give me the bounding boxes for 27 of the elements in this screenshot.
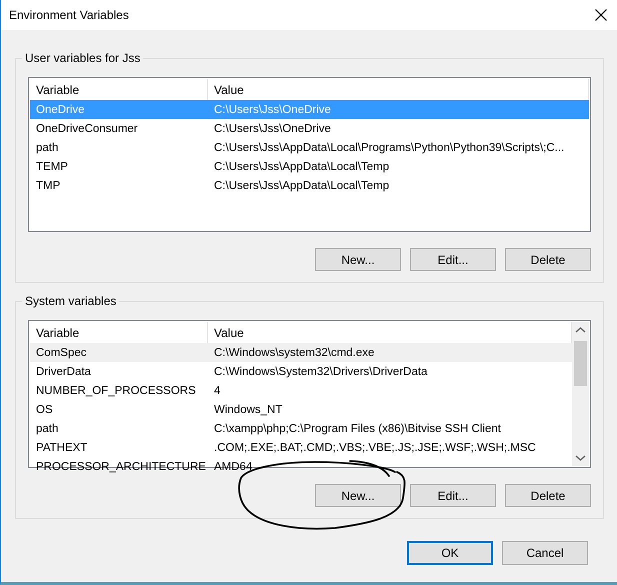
variable-row[interactable]: DriverData C:\Windows\System32\Drivers\DriverData [30,362,572,381]
scrollbar[interactable] [572,322,589,466]
variable-row[interactable]: NUMBER_OF_PROCESSORS 4 [30,381,572,400]
variable-row[interactable]: path C:\Users\Jss\AppData\Local\Programs\Python\Python39\Scripts\;C... [30,138,589,157]
variable-row[interactable]: PATHEXT .COM;.EXE;.BAT;.CMD;.VBS;.VBE;.JS;.JSE;.WSF;.WSH;.MSC [30,438,572,457]
variable-row[interactable]: OS Windows_NT [30,400,572,419]
variable-row[interactable]: TEMP C:\Users\Jss\AppData\Local\Temp [30,157,589,176]
scroll-down-icon[interactable] [576,456,586,461]
action-button[interactable]: Delete [505,248,591,271]
action-button[interactable]: Edit... [410,484,496,507]
variable-row[interactable]: ComSpec C:\Windows\system32\cmd.exe [30,343,572,362]
variable-row[interactable]: path C:\xampp\php;C:\Program Files (x86)\Bitvise SSH Client [30,419,572,438]
group-title: User variables for Jss [22,51,144,65]
scroll-thumb[interactable] [574,341,587,386]
variable-row[interactable]: PROCESSOR_ARCHITECTURE AMD64 [30,457,572,476]
action-button[interactable]: Delete [505,484,591,507]
dialog-button[interactable]: Cancel [502,541,588,565]
scroll-up-icon[interactable] [576,327,586,332]
action-button[interactable]: Edit... [410,248,496,271]
window-title: Environment Variables [9,8,129,22]
group-title: System variables [22,294,120,308]
action-button[interactable]: New... [315,484,401,507]
close-icon[interactable] [595,9,607,21]
dialog-button[interactable]: OK [407,541,493,565]
variable-row[interactable]: TMP C:\Users\Jss\AppData\Local\Temp [30,176,589,195]
variable-row[interactable]: OneDriveConsumer C:\Users\Jss\OneDrive [30,119,589,138]
action-button[interactable]: New... [315,248,401,271]
